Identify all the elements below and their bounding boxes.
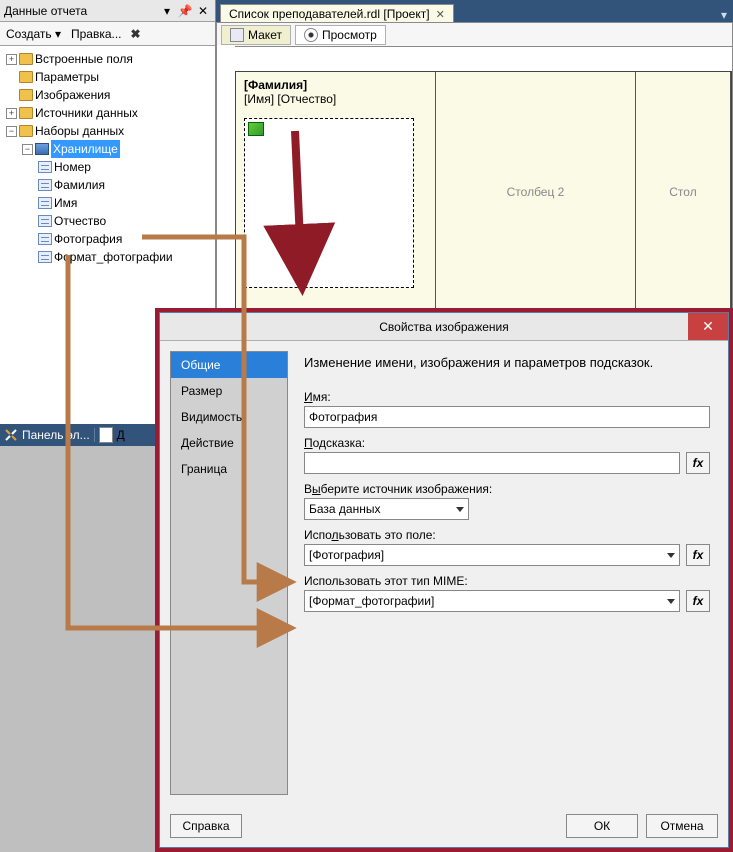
view-tab-preview[interactable]: Просмотр (295, 25, 386, 45)
expander-icon[interactable]: + (6, 108, 17, 119)
document-tab[interactable]: Список преподавателей.rdl [Проект] ✕ (220, 4, 454, 23)
dialog-footer: Справка ОК Отмена (160, 805, 728, 847)
document-tabbar: Список преподавателей.rdl [Проект] ✕ ▾ (216, 0, 733, 22)
label-tooltip: Подсказка: (304, 436, 710, 450)
label-mime: Использовать этот тип MIME: (304, 574, 710, 588)
input-name[interactable]: Фотография (304, 406, 710, 428)
view-tab-design[interactable]: Макет (221, 25, 291, 45)
field-icon (38, 197, 52, 209)
page-icon (99, 427, 113, 443)
field-icon (38, 251, 52, 263)
label-source: Выберите источник изображения: (304, 482, 710, 496)
sidebar-item-size[interactable]: Размер (171, 378, 287, 404)
window-menu-icon[interactable]: ▾ (159, 3, 175, 19)
sidebar-item-action[interactable]: Действие (171, 430, 287, 456)
dropdown-source[interactable]: База данных (304, 498, 469, 520)
tab-overflow-icon[interactable]: ▾ (721, 8, 733, 22)
preview-icon (304, 28, 318, 42)
chevron-down-icon (667, 553, 675, 558)
grid-col-2[interactable]: Столбец 2 (436, 72, 636, 311)
sidebar-item-border[interactable]: Граница (171, 456, 287, 482)
fx-button-tooltip[interactable]: fx (686, 452, 710, 474)
cell-firstname: [Имя] (244, 92, 274, 106)
tree-field-last[interactable]: Фамилия (38, 176, 215, 194)
sidebar-item-general[interactable]: Общие (171, 352, 287, 378)
input-tooltip[interactable] (304, 452, 680, 474)
close-icon[interactable]: ✕ (436, 8, 445, 21)
expander-icon[interactable]: − (22, 144, 33, 155)
field-icon (38, 233, 52, 245)
tree-field-photo[interactable]: Фотография (38, 230, 215, 248)
tree-field-first[interactable]: Имя (38, 194, 215, 212)
help-button[interactable]: Справка (170, 814, 242, 838)
dropdown-field[interactable]: [Фотография] (304, 544, 680, 566)
sidebar-item-visibility[interactable]: Видимость (171, 404, 287, 430)
dialog-title-text: Свойства изображения (379, 320, 509, 334)
tree-node-datasets[interactable]: −Наборы данных (6, 122, 215, 140)
tree-field-id[interactable]: Номер (38, 158, 215, 176)
label-field: Использовать это поле: (304, 528, 710, 542)
menu-edit[interactable]: Правка... (67, 25, 126, 43)
tree-node-builtin[interactable]: +Встроенные поля (6, 50, 215, 68)
dataset-icon (35, 143, 49, 155)
expander-icon[interactable]: + (6, 54, 17, 65)
view-tabs: Макет Просмотр (217, 23, 732, 47)
folder-icon (19, 71, 33, 83)
grid-col-1[interactable]: [Фамилия] [Имя] [Отчество] (236, 72, 436, 311)
panel-titlebar: Данные отчета ▾ 📌 ✕ (0, 0, 215, 22)
menu-create[interactable]: Создать ▾ (2, 25, 65, 43)
bottom-tab-other[interactable]: Д (117, 428, 125, 442)
image-properties-dialog: Свойства изображения ✕ Общие Размер Види… (159, 312, 729, 848)
tools-icon (4, 428, 18, 442)
grid-col-3[interactable]: Стол (636, 72, 731, 311)
expander-icon[interactable]: − (6, 126, 17, 137)
fx-button-mime[interactable]: fx (686, 590, 710, 612)
dialog-main: Изменение имени, изображения и параметро… (296, 351, 718, 795)
dialog-heading: Изменение имени, изображения и параметро… (304, 355, 710, 370)
cell-lastname: [Фамилия] (244, 78, 427, 92)
pin-icon[interactable]: 📌 (177, 3, 193, 19)
field-icon (38, 161, 52, 173)
field-icon (38, 179, 52, 191)
tree-field-mid[interactable]: Отчество (38, 212, 215, 230)
folder-icon (19, 89, 33, 101)
label-name: Имя: (304, 390, 710, 404)
dialog-titlebar[interactable]: Свойства изображения ✕ (160, 313, 728, 341)
layout-icon (230, 28, 244, 42)
tree-node-images[interactable]: Изображения (6, 86, 215, 104)
folder-icon (19, 125, 33, 137)
cancel-button[interactable]: Отмена (646, 814, 718, 838)
panel-menubar: Создать ▾ Правка... ✖ (0, 22, 215, 46)
image-placeholder[interactable] (244, 118, 414, 288)
document-tab-label: Список преподавателей.rdl [Проект] (229, 7, 430, 21)
tree-field-format[interactable]: Формат_фотографии (38, 248, 215, 266)
dropdown-mime[interactable]: [Формат_фотографии] (304, 590, 680, 612)
folder-icon (19, 53, 33, 65)
dialog-highlight-border: Свойства изображения ✕ Общие Размер Види… (155, 308, 733, 852)
close-icon[interactable]: ✕ (195, 3, 211, 19)
tree-node-params[interactable]: Параметры (6, 68, 215, 86)
chevron-down-icon (456, 507, 464, 512)
tree-node-dataset[interactable]: −Хранилище (22, 140, 215, 158)
fx-button-field[interactable]: fx (686, 544, 710, 566)
bottom-tab-toolbox[interactable]: Панель эл... (22, 428, 90, 442)
ok-button[interactable]: ОК (566, 814, 638, 838)
chevron-down-icon (667, 599, 675, 604)
menu-delete-icon[interactable]: ✖ (128, 26, 144, 42)
dialog-sidebar: Общие Размер Видимость Действие Граница (170, 351, 288, 795)
image-thumb-icon (248, 122, 264, 136)
panel-title-text: Данные отчета (4, 4, 87, 18)
field-icon (38, 215, 52, 227)
cell-midname: [Отчество] (277, 92, 336, 106)
tree-node-sources[interactable]: +Источники данных (6, 104, 215, 122)
dialog-close-button[interactable]: ✕ (688, 313, 728, 340)
folder-icon (19, 107, 33, 119)
